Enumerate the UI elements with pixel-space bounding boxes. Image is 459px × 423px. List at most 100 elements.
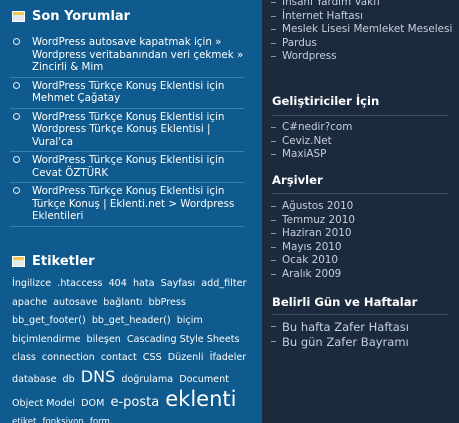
recent-comment-link[interactable]: WordPress autosave kapatmak için » Wordp… xyxy=(32,36,244,74)
dash-bullet-icon xyxy=(271,56,276,58)
circle-bullet-icon xyxy=(13,38,20,45)
developer-link-label: C#nedir?com xyxy=(282,121,353,133)
developers-heading: Geliştiriciler İçin xyxy=(272,94,380,108)
developer-link-label: Ceviz.Net xyxy=(282,134,332,147)
tags-heading: Etiketler xyxy=(12,254,95,269)
recent-comments-title: Son Yorumlar xyxy=(32,9,131,24)
special-day-link-label: Bu hafta Zafer Haftası xyxy=(282,320,409,334)
recent-comment-link[interactable]: WordPress Türkçe Konuş Eklentisi için Tü… xyxy=(32,185,244,223)
tag-link[interactable]: class xyxy=(12,352,36,363)
archive-link[interactable]: Aralık 2009 xyxy=(271,268,456,282)
archive-link-label: Aralık 2009 xyxy=(282,267,342,280)
tag-link[interactable]: CSS xyxy=(143,352,162,363)
recent-comments-heading: Son Yorumlar xyxy=(12,9,130,24)
dash-bullet-icon xyxy=(271,42,276,44)
category-link[interactable]: Wordpress xyxy=(271,50,456,64)
developer-link-label: MaxiASP xyxy=(282,148,327,161)
developer-link[interactable]: C#nedir?com xyxy=(271,121,456,135)
tag-link[interactable]: doğrulama xyxy=(121,374,173,385)
developers-divider xyxy=(272,115,448,116)
tag-link[interactable]: biçimlendirme xyxy=(12,334,80,345)
recent-comment-item: WordPress autosave kapatmak için » Wordp… xyxy=(10,34,244,78)
special-day-link[interactable]: Bu hafta Zafer Haftası xyxy=(271,320,456,335)
dash-bullet-icon xyxy=(271,127,276,128)
dash-bullet-icon xyxy=(271,326,276,327)
recent-comment-link[interactable]: WordPress Türkçe Konuş Eklentisi için Ce… xyxy=(32,154,244,179)
dash-bullet-icon xyxy=(271,140,276,142)
tag-link[interactable]: 404 xyxy=(109,278,127,289)
special-day-link-label: Bu gün Zafer Bayramı xyxy=(282,334,409,349)
developer-link[interactable]: Ceviz.Net xyxy=(271,135,456,149)
circle-bullet-icon xyxy=(13,81,20,89)
category-link[interactable]: Pardus xyxy=(271,37,456,51)
recent-comment-link[interactable]: WordPress Türkçe Konuş Eklentisi için Me… xyxy=(32,80,244,105)
recent-comment-link[interactable]: WordPress Türkçe Konuş Eklentisi için Wo… xyxy=(32,111,244,149)
tag-link[interactable]: İngilizce xyxy=(12,278,51,289)
category-link-label: İnsani Yardım Vakfı xyxy=(282,0,380,8)
tag-link[interactable]: DNS xyxy=(81,367,115,386)
tag-cloud: İngilizce .htaccess 404 hata Sayfası add… xyxy=(12,275,252,423)
tag-link[interactable]: etiket xyxy=(12,417,36,423)
archives-heading: Arşivler xyxy=(272,173,323,187)
category-link-label: İnternet Haftası xyxy=(282,9,363,22)
tags-title: Etiketler xyxy=(32,254,95,269)
tag-link[interactable]: İfadeler xyxy=(210,352,247,363)
left-sidebar: Son Yorumlar WordPress autosave kapatmak… xyxy=(0,0,262,423)
category-link-label: Pardus xyxy=(282,36,317,49)
widget-window-icon xyxy=(12,256,25,267)
tag-link[interactable]: eklenti xyxy=(165,387,236,411)
tag-link[interactable]: e-posta xyxy=(110,395,159,410)
dash-bullet-icon xyxy=(271,2,276,3)
archive-link[interactable]: Mayıs 2010 xyxy=(271,241,456,255)
right-sidebar: İnsani Yardım Vakfı İnternet Haftası Mesle… xyxy=(262,0,459,423)
tag-link[interactable]: biçim xyxy=(177,315,203,326)
tag-link[interactable]: hata xyxy=(133,278,155,289)
tag-link[interactable]: bileşen xyxy=(87,334,121,345)
tag-link[interactable]: bb_get_header() xyxy=(92,315,171,326)
tag-link[interactable]: db xyxy=(63,374,75,385)
category-link[interactable]: Meslek Lisesi Memleket Meselesi xyxy=(271,23,456,37)
dash-bullet-icon xyxy=(271,246,276,248)
recent-comments-list: WordPress autosave kapatmak için » Wordp… xyxy=(10,34,244,227)
recent-comment-item: WordPress Türkçe Konuş Eklentisi için Ce… xyxy=(10,152,244,183)
dash-bullet-icon xyxy=(271,29,276,31)
dash-bullet-icon xyxy=(271,206,276,207)
tag-link[interactable]: autosave xyxy=(53,297,97,308)
tag-link[interactable]: bağlantı xyxy=(103,297,142,308)
tag-link[interactable]: database xyxy=(12,374,56,385)
days-list: Bu hafta Zafer Haftası Bu gün Zafer Bayra… xyxy=(271,320,456,349)
tag-link[interactable]: DOM xyxy=(81,398,104,409)
dash-bullet-icon xyxy=(271,273,276,275)
category-link-label: Meslek Lisesi Memleket Meselesi xyxy=(282,23,453,36)
category-link[interactable]: İnternet Haftası xyxy=(271,10,456,24)
archive-link[interactable]: Haziran 2010 xyxy=(271,227,456,241)
recent-comment-item: WordPress Türkçe Konuş Eklentisi için Wo… xyxy=(10,109,244,152)
tag-link[interactable]: Cascading Style Sheets xyxy=(127,334,240,345)
dash-bullet-icon xyxy=(271,15,276,17)
developer-link[interactable]: MaxiASP xyxy=(271,148,456,162)
circle-bullet-icon xyxy=(13,112,20,120)
tag-link[interactable]: connection xyxy=(42,352,95,363)
archive-link-label: Mayıs 2010 xyxy=(282,240,342,253)
tag-link[interactable]: apache xyxy=(12,297,47,308)
tag-link[interactable]: fonksiyon xyxy=(42,417,83,423)
tag-link[interactable]: Sayfası xyxy=(161,278,196,289)
tag-link[interactable]: .htaccess xyxy=(57,278,102,289)
dash-bullet-icon xyxy=(271,340,276,342)
tag-link[interactable]: Düzenli xyxy=(168,352,204,363)
dash-bullet-icon xyxy=(271,219,276,221)
archive-link[interactable]: Ağustos 2010 xyxy=(271,200,456,214)
archive-link-label: Temmuz 2010 xyxy=(282,213,356,226)
tag-link[interactable]: bbPress xyxy=(148,297,185,308)
tag-link[interactable]: form xyxy=(90,417,110,423)
archive-link[interactable]: Temmuz 2010 xyxy=(271,214,456,228)
category-link[interactable]: İnsani Yardım Vakfı xyxy=(271,0,456,10)
dash-bullet-icon xyxy=(271,260,276,262)
archives-list: Ağustos 2010 Temmuz 2010 Haziran 2010 Mayıs… xyxy=(271,200,456,282)
tag-link[interactable]: contact xyxy=(101,352,137,363)
tag-link[interactable]: add_filter xyxy=(201,278,246,289)
tag-link[interactable]: bb_get_footer() xyxy=(12,315,86,326)
archive-link[interactable]: Ocak 2010 xyxy=(271,254,456,268)
circle-bullet-icon xyxy=(13,156,20,163)
special-day-link[interactable]: Bu gün Zafer Bayramı xyxy=(271,335,456,350)
